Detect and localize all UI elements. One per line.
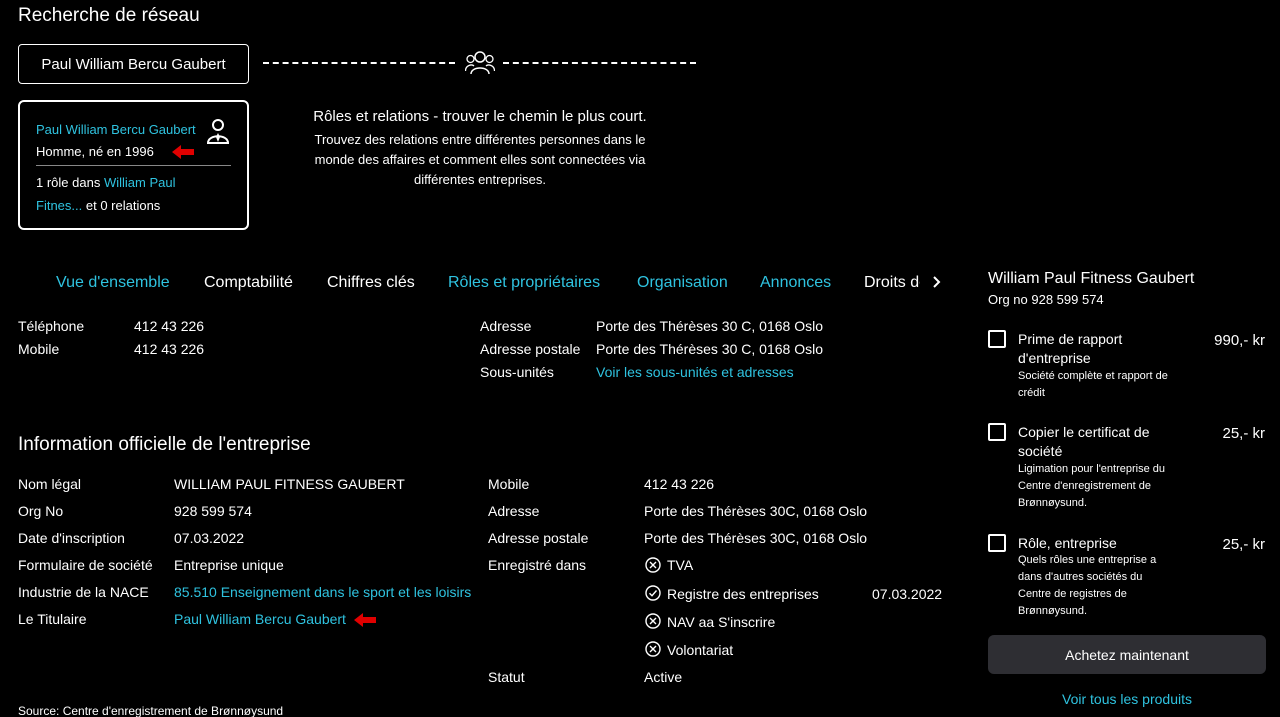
official-mobile-value: 412 43 226	[644, 476, 715, 492]
person-card-roles: 1 rôle dans William Paul Fitnes... et 0 …	[36, 171, 216, 217]
official-address-label: Adresse	[488, 503, 540, 519]
product-description: Société complète et rapport de crédit	[1018, 370, 1168, 399]
company-form-value: Entreprise unique	[174, 557, 284, 573]
roles-info-description: Trouvez des relations entre différentes …	[314, 132, 646, 187]
subunits-label: Sous-unités	[480, 364, 554, 380]
person-card-gender: Homme, né en 1996	[36, 144, 154, 159]
product-name: Rôle, entreprise	[1018, 535, 1117, 551]
postal-value: Porte des Thérèses 30 C, 0168 Oslo	[596, 341, 823, 357]
red-arrow-icon	[354, 613, 376, 627]
red-arrow-icon	[172, 145, 194, 159]
mobile-value: 412 43 226	[134, 341, 205, 357]
product-name: Prime de rapport d'entreprise	[1018, 331, 1123, 366]
person-card[interactable]: Paul William Bercu Gaubert Homme, né en …	[18, 100, 249, 230]
official-info-title: Information officielle de l'entreprise	[18, 434, 311, 455]
panel-org-no: Org no 928 599 574	[988, 292, 1104, 307]
holder-label: Le Titulaire	[18, 611, 87, 627]
register-business: Registre des entreprises	[667, 586, 819, 602]
reg-date-label: Date d'inscription	[18, 530, 125, 546]
product-checkbox[interactable]	[988, 423, 1006, 441]
buy-now-button[interactable]: Achetez maintenant	[988, 635, 1266, 674]
tab-overview[interactable]: Vue d'ensemble	[56, 274, 170, 292]
org-no-label: Org No	[18, 503, 64, 519]
tab-roles-owners[interactable]: Rôles et propriétaires	[448, 274, 600, 292]
nace-link[interactable]: 85.510 Enseignement dans le sport et les…	[174, 584, 471, 600]
dashed-connector-left	[263, 62, 455, 64]
register-volunteer: Volontariat	[667, 642, 734, 658]
register-nav: NAV aa S'inscrire	[667, 614, 776, 630]
tab-announcements[interactable]: Annonces	[760, 274, 831, 292]
tab-organisation[interactable]: Organisation	[637, 274, 728, 292]
register-tva: TVA	[667, 557, 694, 573]
people-group-icon[interactable]	[465, 50, 495, 76]
reg-date-value: 07.03.2022	[174, 530, 245, 546]
legal-name-value: WILLIAM PAUL FITNESS GAUBERT	[174, 476, 405, 492]
tab-rights[interactable]: Droits de	[864, 274, 920, 292]
x-circle-icon	[645, 641, 661, 657]
dashed-connector-right	[503, 62, 696, 64]
phone-label: Téléphone	[18, 318, 85, 334]
address-label: Adresse	[480, 318, 532, 334]
user-tie-icon	[206, 119, 230, 144]
roles-info-heading: Rôles et relations - trouver le chemin l…	[313, 108, 647, 125]
product-price: 990,- kr	[1214, 332, 1265, 349]
official-postal-label: Adresse postale	[488, 530, 589, 546]
product-price: 25,- kr	[1222, 536, 1265, 553]
tab-bar: Vue d'ensemble Comptabilité Chiffres clé…	[0, 264, 950, 300]
official-address-value: Porte des Thérèses 30C, 0168 Oslo	[644, 503, 868, 519]
postal-label: Adresse postale	[480, 341, 581, 357]
product-name: Copier le certificat de société	[1018, 424, 1150, 459]
company-form-label: Formulaire de société	[18, 557, 153, 573]
subunits-link[interactable]: Voir les sous-unités et adresses	[596, 364, 794, 380]
product-item: Rôle, entreprise 25,- kr Quels rôles une…	[988, 534, 1268, 617]
product-checkbox[interactable]	[988, 330, 1006, 348]
status-value: Active	[644, 669, 683, 685]
x-circle-icon	[645, 557, 661, 573]
check-circle-icon	[645, 585, 661, 601]
mobile-label: Mobile	[18, 341, 60, 357]
product-item: Prime de rapport d'entreprise 990,- kr S…	[988, 330, 1268, 410]
official-postal-value: Porte des Thérèses 30C, 0168 Oslo	[644, 530, 868, 546]
address-value: Porte des Thérèses 30 C, 0168 Oslo	[596, 318, 823, 334]
product-description: Ligimation pour l'entreprise du Centre d…	[1018, 463, 1166, 509]
roles-suffix: et 0 relations	[85, 198, 161, 213]
x-circle-icon	[645, 613, 661, 629]
all-products-link[interactable]: Voir tous les produits	[988, 691, 1266, 707]
status-label: Statut	[488, 669, 525, 685]
tab-accounting[interactable]: Comptabilité	[204, 274, 293, 292]
product-price: 25,- kr	[1222, 425, 1265, 442]
network-search-title: Recherche de réseau	[18, 5, 200, 26]
nace-label: Industrie de la NACE	[18, 584, 149, 600]
product-item: Copier le certificat de société 25,- kr …	[988, 423, 1268, 518]
official-mobile-label: Mobile	[488, 476, 530, 492]
legal-name-label: Nom légal	[18, 476, 82, 492]
person-card-name[interactable]: Paul William Bercu Gaubert	[36, 122, 201, 137]
panel-company-name: William Paul Fitness Gaubert	[988, 270, 1195, 287]
person-search-box[interactable]: Paul William Bercu Gaubert	[18, 44, 249, 84]
card-divider	[36, 165, 231, 166]
roles-prefix: 1 rôle dans	[36, 175, 101, 190]
product-description: Quels rôles une entreprise a dans d'autr…	[1018, 554, 1157, 617]
tab-key-figures[interactable]: Chiffres clés	[327, 274, 415, 292]
product-checkbox[interactable]	[988, 534, 1006, 552]
phone-value: 412 43 226	[134, 318, 205, 334]
org-no-value: 928 599 574	[174, 503, 252, 519]
chevron-right-icon[interactable]	[928, 272, 946, 292]
source-note: Source: Centre d'enregistrement de Brønn…	[18, 704, 284, 717]
register-business-date: 07.03.2022	[872, 586, 943, 602]
registered-in-label: Enregistré dans	[488, 557, 587, 573]
holder-link[interactable]: Paul William Bercu Gaubert	[174, 611, 346, 627]
